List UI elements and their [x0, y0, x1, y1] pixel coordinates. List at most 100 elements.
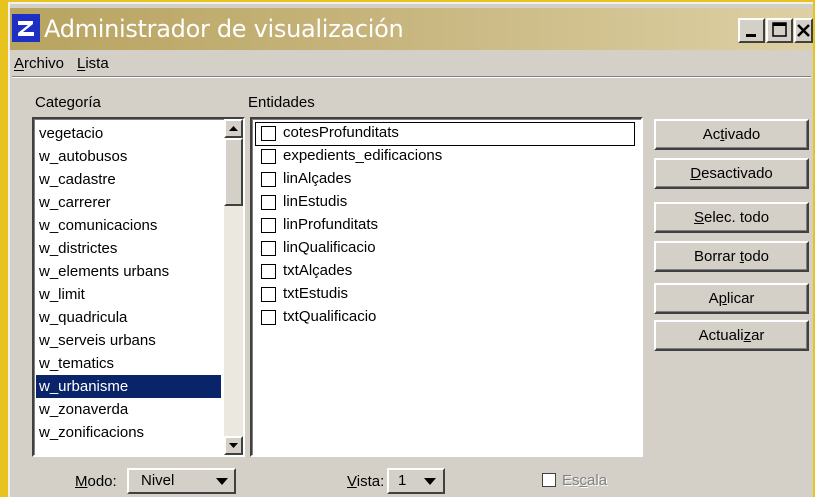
label-text: ala: [587, 472, 608, 489]
close-icon: [797, 24, 810, 37]
entity-row[interactable]: linEstudis: [256, 192, 636, 214]
category-listbox[interactable]: vegetacio w_autobusos w_cadastre w_carre…: [32, 117, 245, 457]
minimize-button[interactable]: [738, 18, 765, 43]
vista-label: Vista:: [347, 473, 384, 490]
entity-checkbox[interactable]: [261, 218, 276, 233]
menu-bar: Archivo Lista: [10, 51, 813, 75]
entity-row[interactable]: linAlçades: [256, 169, 636, 191]
escala-checkbox[interactable]: [542, 473, 556, 487]
entity-label: expedients_edificacions: [283, 147, 443, 164]
entity-label: cotesProfunditats: [283, 124, 399, 141]
category-item[interactable]: w_limit: [36, 283, 221, 306]
entity-row[interactable]: cotesProfunditats: [255, 122, 635, 146]
scroll-up-button[interactable]: [224, 119, 243, 138]
title-bar[interactable]: Administrador de visualización: [10, 8, 813, 50]
display-manager-window: Administrador de visualización Archivo L…: [8, 2, 813, 497]
btn-text: A: [708, 290, 719, 307]
category-item[interactable]: w_quadricula: [36, 306, 221, 329]
entity-checkbox[interactable]: [261, 149, 276, 164]
aplicar-button[interactable]: Aplicar: [654, 283, 809, 314]
arrow-down-icon: [229, 443, 238, 448]
vista-select[interactable]: 1: [387, 468, 445, 494]
entity-label: linProfunditats: [283, 216, 379, 233]
btn-text: licar: [726, 290, 755, 307]
menu-separator-highlight: [12, 77, 811, 78]
window-title: Administrador de visualización: [44, 15, 404, 43]
activado-button[interactable]: Activado: [654, 119, 809, 150]
label-accel: c: [579, 472, 588, 489]
category-item[interactable]: w_cadastre: [36, 168, 221, 191]
chevron-down-icon: [424, 478, 436, 485]
entity-row[interactable]: linQualificacio: [256, 238, 636, 260]
entity-checkbox[interactable]: [261, 310, 276, 325]
app-logo-icon: [12, 14, 40, 42]
btn-accel: z: [743, 327, 752, 344]
entity-checkbox[interactable]: [261, 172, 276, 187]
btn-accel: p: [718, 290, 727, 307]
entity-checkbox[interactable]: [261, 287, 276, 302]
label-text: ista:: [356, 473, 385, 490]
maximize-icon: [772, 22, 787, 37]
category-item[interactable]: w_carrerer: [36, 191, 221, 214]
category-item[interactable]: w_elements urbans: [36, 260, 221, 283]
selec-todo-button[interactable]: Selec. todo: [654, 202, 809, 233]
btn-text: elec. todo: [703, 209, 770, 226]
scroll-down-button[interactable]: [224, 436, 243, 455]
entity-row[interactable]: expedients_edificacions: [256, 146, 636, 168]
entity-label: txtEstudis: [283, 285, 349, 302]
escala-label: Escala: [562, 472, 607, 489]
maximize-button[interactable]: [766, 18, 793, 43]
category-item[interactable]: w_zonaverda: [36, 398, 221, 421]
category-item[interactable]: w_zonificacions: [36, 421, 221, 444]
entity-label: linAlçades: [283, 170, 352, 187]
btn-text: Ac: [702, 126, 721, 143]
btn-accel: S: [693, 209, 704, 226]
categoria-label: Categoría: [35, 94, 101, 111]
scroll-thumb[interactable]: [224, 138, 243, 206]
entities-listbox[interactable]: cotesProfunditats expedients_edificacion…: [250, 117, 643, 457]
btn-accel: D: [690, 165, 702, 182]
btn-text: ar: [751, 327, 765, 344]
entity-row[interactable]: txtQualificacio: [256, 307, 636, 329]
category-item[interactable]: w_tematics: [36, 352, 221, 375]
category-item-selected[interactable]: w_urbanisme: [36, 375, 221, 398]
category-item[interactable]: w_districtes: [36, 237, 221, 260]
close-button[interactable]: [794, 18, 813, 43]
entity-label: txtAlçades: [283, 262, 353, 279]
btn-text: odo: [743, 248, 770, 265]
label-text: odo:: [87, 473, 117, 490]
entity-label: txtQualificacio: [283, 308, 377, 325]
entity-checkbox[interactable]: [261, 126, 276, 141]
category-item[interactable]: w_autobusos: [36, 145, 221, 168]
modo-value: Nivel: [141, 472, 175, 489]
entity-row[interactable]: txtEstudis: [256, 284, 636, 306]
desactivado-button[interactable]: Desactivado: [654, 158, 809, 189]
menu-archivo[interactable]: Archivo: [14, 55, 64, 72]
category-item[interactable]: vegetacio: [36, 122, 221, 145]
chevron-down-icon: [216, 478, 228, 485]
entity-checkbox[interactable]: [261, 264, 276, 279]
btn-text: Actuali: [698, 327, 744, 344]
vista-value: 1: [398, 472, 407, 489]
btn-text: ivado: [724, 126, 761, 143]
category-item[interactable]: w_comunicacions: [36, 214, 221, 237]
entity-row[interactable]: linProfunditats: [256, 215, 636, 237]
category-scrollbar[interactable]: [224, 119, 243, 455]
label-text: Es: [562, 472, 580, 489]
label-accel: M: [75, 473, 88, 490]
modo-select[interactable]: Nivel: [127, 468, 236, 494]
actualizar-button[interactable]: Actualizar: [654, 320, 809, 351]
entidades-label: Entidades: [248, 94, 315, 111]
borrar-todo-button[interactable]: Borrar todo: [654, 241, 809, 272]
menu-lista[interactable]: Lista: [77, 55, 109, 72]
modo-label: Modo:: [75, 473, 117, 490]
btn-text: Borrar: [693, 248, 740, 265]
minimize-icon: [746, 34, 756, 37]
label-accel: V: [347, 473, 357, 490]
entity-row[interactable]: txtAlçades: [256, 261, 636, 283]
entity-checkbox[interactable]: [261, 195, 276, 210]
btn-text: esactivado: [701, 165, 773, 182]
category-item[interactable]: w_serveis urbans: [36, 329, 221, 352]
entity-checkbox[interactable]: [261, 241, 276, 256]
arrow-up-icon: [229, 126, 238, 131]
